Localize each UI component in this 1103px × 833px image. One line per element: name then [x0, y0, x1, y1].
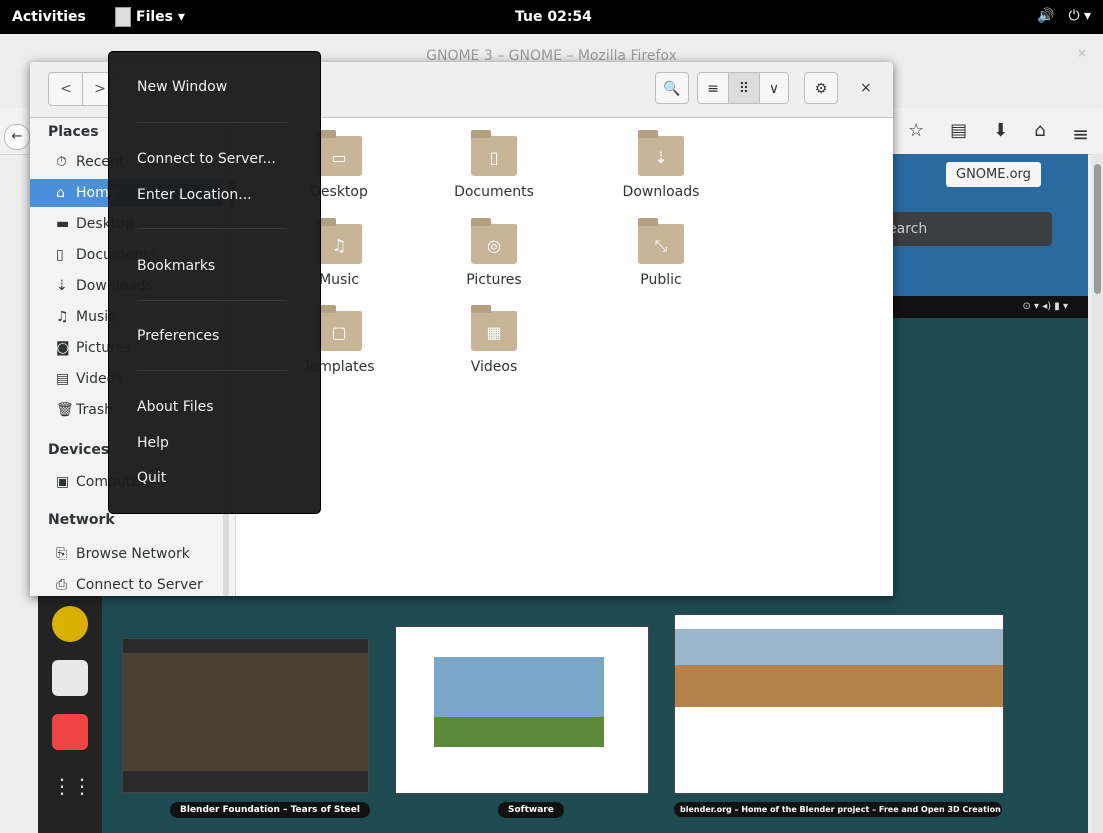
music-icon: ♫ — [56, 309, 69, 325]
thumbnail-software — [395, 626, 649, 794]
folder-videos[interactable]: ▦ Videos — [434, 305, 554, 375]
files-app-icon — [115, 7, 131, 27]
close-icon[interactable]: × — [860, 80, 872, 96]
gear-icon[interactable]: ⚙ — [804, 72, 838, 104]
view-options-icon[interactable]: ∨ — [759, 72, 789, 104]
firefox-toolbar: ☆ ▤ ⬇ ⌂ — [908, 120, 1046, 141]
status-area[interactable]: 🔊 ⏻ ▾ — [1037, 8, 1091, 24]
sidebar-item-connect-to-server[interactable]: ⎙ Connect to Server — [30, 571, 235, 596]
firefox-scrollbar[interactable] — [1092, 154, 1103, 833]
thumbnail-label: blender.org – Home of the Blender projec… — [674, 802, 1002, 817]
firefox-menu-icon[interactable]: ≡ — [1072, 122, 1089, 146]
back-button[interactable]: < — [48, 72, 84, 106]
thumbnail-label: Software — [498, 802, 564, 818]
power-icon: ⏻ ▾ — [1068, 8, 1091, 24]
downloads-icon[interactable]: ⬇ — [993, 120, 1008, 141]
folder-icon: ▦ — [471, 305, 517, 351]
menu-item-help[interactable]: Help — [137, 435, 169, 451]
trash-icon: 🗑 — [56, 402, 74, 418]
computer-icon: ▣ — [56, 474, 70, 490]
folder-icon: ⤡ — [638, 218, 684, 264]
folder-icon: ◎ — [471, 218, 517, 264]
menu-item-new-window[interactable]: New Window — [137, 79, 227, 95]
app-grid-icon: ⋮⋮ — [52, 774, 92, 798]
thumbnail-label: Blender Foundation – Tears of Steel — [170, 802, 370, 818]
thumbnail-blender — [674, 614, 1004, 794]
volume-icon: 🔊 — [1037, 8, 1055, 24]
film-icon: ▤ — [56, 371, 70, 387]
reading-list-icon[interactable]: ▤ — [950, 120, 967, 141]
folder-documents[interactable]: ▯ Documents — [434, 130, 554, 200]
folder-icon: ▢ — [316, 305, 362, 351]
rhythmbox-icon — [52, 606, 88, 642]
gnome-org-badge[interactable]: GNOME.org — [946, 162, 1041, 187]
thumbnail-tears-of-steel — [122, 638, 369, 793]
page-search-field[interactable]: earch — [878, 212, 1052, 246]
search-icon[interactable]: 🔍 — [655, 72, 689, 104]
clock-icon: ⏱ — [56, 154, 67, 170]
menu-separator — [137, 300, 287, 301]
grid-view-icon[interactable]: ⠿ — [728, 72, 760, 104]
folder-pictures[interactable]: ◎ Pictures — [434, 218, 554, 288]
home-icon[interactable]: ⌂ — [1034, 120, 1045, 141]
folder-icon: ⇣ — [638, 130, 684, 176]
menu-item-quit[interactable]: Quit — [137, 470, 166, 486]
top-bar: Activities Files ▾ Tue 02:54 🔊 ⏻ ▾ — [0, 0, 1103, 34]
sidebar-item-browse-network[interactable]: ⎘ Browse Network — [30, 540, 235, 568]
menu-separator — [137, 228, 287, 229]
desktop-icon: ▬ — [56, 216, 70, 232]
folder-downloads[interactable]: ⇣ Downloads — [601, 130, 721, 200]
bookmark-star-icon[interactable]: ☆ — [908, 120, 924, 141]
folder-icon: ▯ — [471, 130, 517, 176]
activities-button[interactable]: Activities — [12, 9, 86, 25]
menu-item-about-files[interactable]: About Files — [137, 399, 214, 415]
devices-heading: Devices — [48, 442, 110, 458]
overview-dock: ⋮⋮ — [38, 596, 102, 833]
app-menu-button[interactable]: Files ▾ — [115, 6, 185, 28]
menu-item-connect-to-server[interactable]: Connect to Server... — [137, 151, 276, 167]
download-icon: ⇣ — [56, 278, 68, 294]
folder-public[interactable]: ⤡ Public — [601, 218, 721, 288]
clock[interactable]: Tue 02:54 — [515, 9, 592, 25]
folder-icon: ▭ — [316, 130, 362, 176]
home-icon: ⌂ — [56, 185, 65, 201]
places-heading: Places — [48, 124, 99, 140]
document-icon: ▯ — [56, 247, 64, 263]
menu-item-preferences[interactable]: Preferences — [137, 328, 219, 344]
menu-separator — [137, 122, 287, 123]
menu-item-enter-location[interactable]: Enter Location... — [137, 187, 252, 203]
folder-icon: ♫ — [316, 218, 362, 264]
software-icon — [52, 660, 88, 696]
firefox-close-button[interactable]: × — [1077, 46, 1087, 60]
list-view-icon[interactable]: ≡ — [697, 72, 729, 104]
app-menu-popup: New Window Connect to Server... Enter Lo… — [108, 51, 321, 514]
menu-item-bookmarks[interactable]: Bookmarks — [137, 258, 215, 274]
firefox-back-button[interactable]: ← — [4, 124, 30, 150]
camera-icon: ◙ — [56, 340, 70, 356]
app-menu-label: Files ▾ — [136, 9, 185, 25]
network-heading: Network — [48, 512, 115, 528]
server-icon: ⎙ — [56, 577, 68, 593]
menu-separator — [137, 370, 287, 371]
network-icon: ⎘ — [56, 546, 68, 562]
files-icon-view: ▭ Desktop ▯ Documents ⇣ Downloads ♫ Music ◎ P… — [236, 118, 893, 596]
maps-icon — [52, 714, 88, 750]
